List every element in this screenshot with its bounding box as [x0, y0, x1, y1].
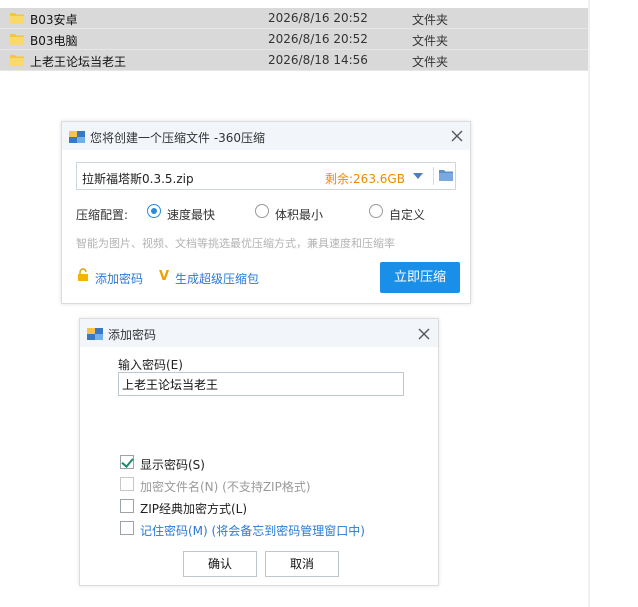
radio-custom[interactable]	[369, 204, 383, 218]
file-row[interactable]: 上老王论坛当老王 2026/8/18 14:56 文件夹	[0, 50, 588, 71]
field-separator	[433, 167, 434, 185]
compress-now-button[interactable]: 立即压缩	[380, 262, 460, 293]
show-password-checkbox[interactable]	[120, 455, 134, 469]
browse-folder-icon[interactable]	[439, 169, 453, 181]
radio-smallest-label[interactable]: 体积最小	[275, 206, 323, 223]
dropdown-arrow-icon[interactable]	[413, 173, 423, 179]
archive-app-icon	[69, 131, 85, 143]
file-name: 上老王论坛当老王	[30, 55, 127, 69]
zip-classic-encryption-label[interactable]: ZIP经典加密方式(L)	[140, 500, 247, 517]
compress-dialog: 您将创建一个压缩文件 -360压缩 拉斯福塔斯0.3.5.zip 剩余:263.…	[61, 121, 471, 304]
remember-password-checkbox[interactable]	[120, 521, 134, 535]
folder-icon	[10, 13, 24, 24]
encrypt-filename-label: 加密文件名(N) (不支持ZIP格式)	[140, 480, 311, 494]
file-type: 文件夹	[412, 55, 449, 69]
remember-password-label[interactable]: 记住密码(M) (将会备忘到密码管理窗口中)	[140, 522, 365, 539]
vip-icon: V	[159, 269, 170, 284]
password-input-label: 输入密码(E)	[118, 358, 183, 372]
compress-dialog-title: 您将创建一个压缩文件 -360压缩	[90, 131, 266, 145]
file-type: 文件夹	[412, 34, 449, 48]
file-row[interactable]: B03电脑 2026/8/16 20:52 文件夹	[0, 29, 588, 50]
archive-app-icon	[87, 328, 103, 340]
close-icon[interactable]	[417, 327, 431, 341]
super-package-link[interactable]: 生成超级压缩包	[175, 270, 259, 287]
encrypt-filename-checkbox	[120, 477, 134, 491]
file-type: 文件夹	[412, 13, 449, 27]
file-name: B03安卓	[30, 13, 78, 27]
compress-hint: 智能为图片、视频、文档等挑选最优压缩方式，兼具速度和压缩率	[76, 237, 395, 250]
add-password-link[interactable]: 添加密码	[95, 270, 143, 287]
password-dialog-title: 添加密码	[108, 328, 157, 342]
file-date: 2026/8/18 14:56	[268, 53, 368, 67]
lock-icon[interactable]	[77, 268, 89, 281]
ok-button[interactable]: 确认	[183, 551, 257, 577]
folder-icon	[10, 34, 24, 45]
password-dialog-titlebar[interactable]: 添加密码	[80, 319, 438, 347]
compress-config-label: 压缩配置:	[76, 208, 129, 222]
cancel-button[interactable]: 取消	[265, 551, 339, 577]
compress-dialog-titlebar[interactable]: 您将创建一个压缩文件 -360压缩	[62, 122, 470, 150]
close-icon[interactable]	[450, 129, 464, 143]
archive-path-field[interactable]: 拉斯福塔斯0.3.5.zip 剩余:263.6GB	[76, 162, 456, 190]
radio-smallest[interactable]	[255, 204, 269, 218]
folder-icon	[10, 55, 24, 66]
radio-custom-label[interactable]: 自定义	[389, 206, 425, 223]
file-date: 2026/8/16 20:52	[268, 32, 368, 46]
archive-file-name[interactable]: 拉斯福塔斯0.3.5.zip	[82, 170, 194, 187]
zip-classic-encryption-checkbox[interactable]	[120, 499, 134, 513]
password-dialog: 添加密码 输入密码(E) 显示密码(S) 加密文件名(N) (不支持ZIP格式)…	[79, 318, 439, 586]
window-edge	[588, 0, 590, 607]
show-password-label[interactable]: 显示密码(S)	[140, 456, 205, 473]
file-list: B03安卓 2026/8/16 20:52 文件夹 B03电脑 2026/8/1…	[0, 8, 588, 71]
remaining-space: 剩余:263.6GB	[325, 172, 405, 186]
file-row[interactable]: B03安卓 2026/8/16 20:52 文件夹	[0, 8, 588, 29]
password-input[interactable]	[118, 372, 404, 396]
file-date: 2026/8/16 20:52	[268, 11, 368, 25]
radio-fastest[interactable]	[147, 204, 161, 218]
file-name: B03电脑	[30, 34, 78, 48]
radio-fastest-label[interactable]: 速度最快	[167, 206, 215, 223]
